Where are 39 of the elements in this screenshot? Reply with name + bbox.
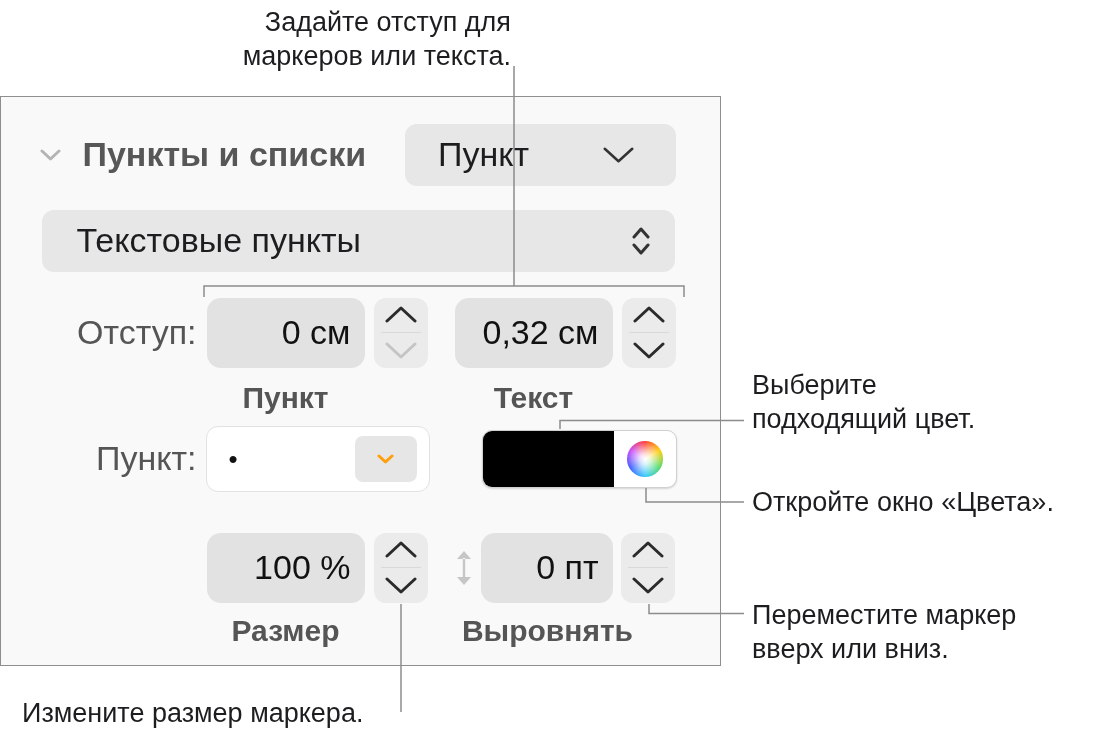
chevron-down-icon [384, 341, 417, 359]
stepper[interactable] [620, 532, 675, 603]
callout-text: Переместите маркер вверх или вниз. [752, 599, 1017, 666]
number-field[interactable]: 100 % [206, 532, 365, 603]
callout-text: Измените размер маркера. [22, 697, 364, 730]
bullet-symbol: • [228, 445, 238, 472]
callout-text: Откройте окно «Цвета». [752, 486, 1054, 519]
color-swatch[interactable] [482, 430, 614, 487]
number-field[interactable]: 0 пт [480, 532, 613, 603]
chevron-up-icon [631, 541, 664, 559]
color-well[interactable] [481, 429, 677, 488]
chevron-down-icon [603, 146, 634, 163]
chevron-down-icon [384, 576, 417, 594]
chevron-down-icon [631, 576, 664, 594]
field-caption: Размер [231, 613, 340, 648]
chevron-up-icon [384, 306, 417, 324]
up-down-chevron-icon [631, 225, 650, 256]
stepper[interactable] [373, 532, 428, 603]
chevron-up-icon [632, 306, 665, 324]
field-label: Отступ: [77, 313, 197, 352]
chevron-down-icon [377, 453, 394, 464]
chevron-down-icon [632, 341, 665, 359]
popup-button[interactable]: Текстовые пункты [41, 209, 675, 272]
bullet-popup[interactable]: • [205, 425, 430, 492]
stepper[interactable] [621, 297, 676, 368]
vertical-arrows-icon [455, 550, 472, 585]
field-caption: Текст [493, 380, 574, 415]
chevron-up-icon [384, 541, 417, 559]
callout-text: Задайте отступ для маркеров или текста. [242, 6, 511, 73]
field-caption: Выровнять [461, 613, 634, 648]
field-label: Пункт: [96, 439, 197, 478]
stepper[interactable] [373, 297, 428, 368]
section-title: Пункты и списки [82, 135, 367, 174]
number-field[interactable]: 0,32 см [454, 297, 613, 368]
number-field[interactable]: 0 см [206, 297, 365, 368]
field-caption: Пункт [242, 380, 329, 415]
popup-button[interactable]: Пункт [405, 123, 676, 186]
callout-text: Выберите подходящий цвет. [752, 368, 976, 436]
color-wheel-icon[interactable] [626, 440, 663, 477]
